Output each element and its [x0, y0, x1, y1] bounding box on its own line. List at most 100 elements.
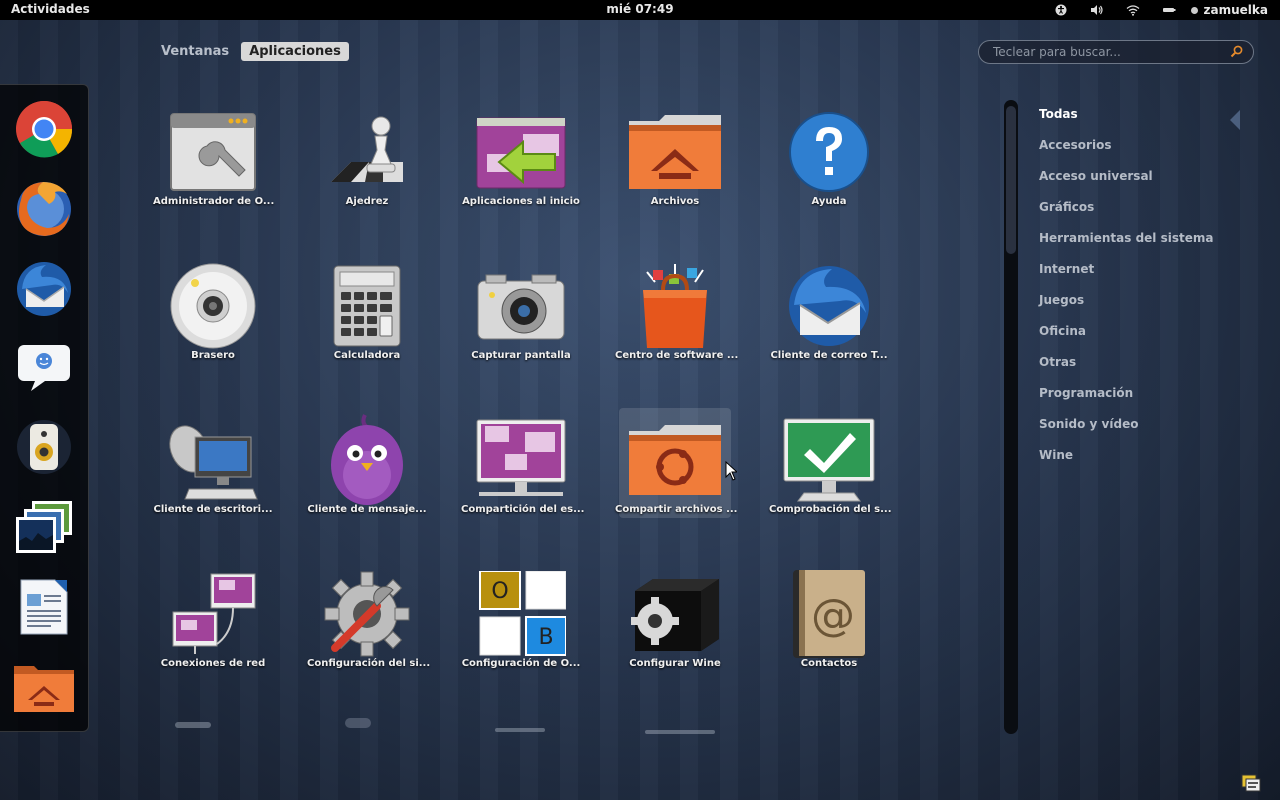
rhythmbox-icon [17, 420, 71, 474]
app-item[interactable]: Brasero [157, 262, 269, 374]
chrome-icon [16, 101, 73, 158]
tab-windows[interactable]: Ventanas [153, 42, 237, 61]
app-item[interactable]: O B Configuración de O... [462, 570, 580, 682]
clock-label[interactable]: mié 07:49 [606, 2, 673, 16]
category-todas[interactable]: Todas [1039, 106, 1213, 137]
category-herramientas[interactable]: Herramientas del sistema [1039, 230, 1213, 261]
app-label: Administrador de O... [153, 196, 275, 207]
message-tray-icon[interactable] [1240, 773, 1262, 793]
app-item[interactable]: Cliente de mensaje... [307, 414, 427, 528]
app-item[interactable]: Configuración del si... [307, 570, 430, 682]
scrollbar-thumb[interactable] [1006, 106, 1016, 254]
app-item-hovered[interactable]: Compartir archivos ... [615, 408, 737, 518]
app-item[interactable]: Centro de software ... [615, 262, 738, 374]
category-wine[interactable]: Wine [1039, 447, 1213, 478]
dash-item-files[interactable] [12, 655, 76, 719]
next-row-hint [175, 718, 735, 738]
window-wrench-icon [170, 113, 256, 191]
app-label: Configuración de O... [461, 658, 581, 669]
search-icon [1230, 43, 1243, 62]
obconf-letter-b: B [538, 625, 553, 650]
app-item[interactable]: Calculadora [311, 262, 423, 374]
tab-applications[interactable]: Aplicaciones [241, 42, 349, 61]
obconf-letter-o: O [491, 579, 508, 604]
activities-button[interactable]: Actividades [11, 2, 90, 16]
app-item[interactable]: @ Contactos [773, 570, 885, 682]
chess-icon [331, 116, 403, 182]
app-item[interactable]: Comprobación del s... [769, 416, 892, 528]
user-menu[interactable]: zamuelka [1190, 3, 1268, 17]
app-label: Capturar pantalla [471, 350, 571, 361]
app-label: Ajedrez [345, 196, 389, 207]
app-label: Archivos [650, 196, 700, 207]
app-item[interactable]: Ayuda [773, 108, 885, 220]
wine-config-icon [631, 579, 719, 651]
firefox-icon [17, 182, 71, 236]
app-item[interactable]: Conexiones de red [157, 570, 269, 682]
view-selector: Ventanas Aplicaciones [153, 42, 349, 61]
category-sonido-video[interactable]: Sonido y vídeo [1039, 416, 1213, 447]
help-icon [789, 112, 869, 192]
app-label: Configurar Wine [629, 658, 721, 669]
dash-item-chrome[interactable] [12, 97, 76, 161]
accessibility-icon[interactable] [1043, 0, 1079, 20]
app-label: Cliente de mensaje... [307, 504, 427, 515]
app-item[interactable]: Aplicaciones al inicio [462, 108, 580, 220]
shotwell-icon [16, 501, 72, 553]
app-item[interactable]: Cliente de escritori... [154, 416, 273, 528]
mouse-cursor-icon [725, 460, 739, 485]
app-label: Comprobación del s... [769, 504, 892, 515]
dash-item-rhythmbox[interactable] [12, 415, 76, 479]
app-label: Centro de software ... [615, 350, 739, 361]
app-item[interactable]: Capturar pantalla [465, 262, 577, 374]
app-item[interactable]: Configurar Wine [619, 570, 731, 682]
app-item[interactable]: Archivos [619, 108, 731, 220]
dash-item-thunderbird[interactable] [12, 257, 76, 321]
calculator-icon [333, 265, 401, 347]
home-folder-icon [629, 115, 721, 189]
volume-icon[interactable] [1079, 0, 1115, 20]
desktop-sharing-icon [476, 419, 566, 496]
app-item[interactable]: Compartición del es... [461, 416, 584, 528]
system-check-icon [783, 418, 875, 502]
contacts-icon: @ [793, 570, 865, 658]
system-tray: zamuelka [1043, 0, 1268, 20]
search-input[interactable] [993, 45, 1230, 59]
category-accesorios[interactable]: Accesorios [1039, 137, 1213, 168]
category-graficos[interactable]: Gráficos [1039, 199, 1213, 230]
software-center-icon [643, 264, 707, 348]
settings-gear-icon [324, 571, 410, 657]
obconf-icon: O B [479, 571, 566, 656]
app-label: Calculadora [333, 350, 401, 361]
empathy-icon [18, 345, 70, 391]
thunderbird-icon [789, 266, 869, 346]
category-internet[interactable]: Internet [1039, 261, 1213, 292]
search-box[interactable] [978, 40, 1254, 64]
app-item[interactable]: Cliente de correo T... [770, 262, 888, 374]
app-label: Contactos [800, 658, 858, 669]
category-acceso-universal[interactable]: Acceso universal [1039, 168, 1213, 199]
top-panel: Actividades mié 07:49 zamuelka [0, 0, 1280, 20]
dash-item-empathy[interactable] [12, 335, 76, 399]
startup-apps-icon [476, 117, 566, 189]
svg-text:@: @ [811, 590, 855, 641]
remote-desktop-icon [169, 425, 258, 500]
category-otras[interactable]: Otras [1039, 354, 1213, 385]
app-item[interactable]: Ajedrez [311, 108, 423, 220]
dash-item-shotwell[interactable] [12, 495, 76, 559]
category-programacion[interactable]: Programación [1039, 385, 1213, 416]
dash-item-writer[interactable] [12, 575, 76, 639]
app-item[interactable]: Administrador de O... [153, 108, 274, 220]
wifi-icon[interactable] [1115, 0, 1151, 20]
category-juegos[interactable]: Juegos [1039, 292, 1213, 323]
battery-icon[interactable] [1151, 0, 1187, 20]
libreoffice-writer-icon [20, 579, 68, 635]
app-grid-scrollbar[interactable] [1004, 100, 1018, 734]
dash-item-firefox[interactable] [12, 177, 76, 241]
app-label: Cliente de correo T... [770, 350, 888, 361]
category-oficina[interactable]: Oficina [1039, 323, 1213, 354]
app-label: Brasero [191, 350, 235, 361]
dash [0, 84, 89, 732]
ubuntu-folder-icon [629, 425, 721, 495]
brasero-disc-icon [170, 263, 256, 349]
